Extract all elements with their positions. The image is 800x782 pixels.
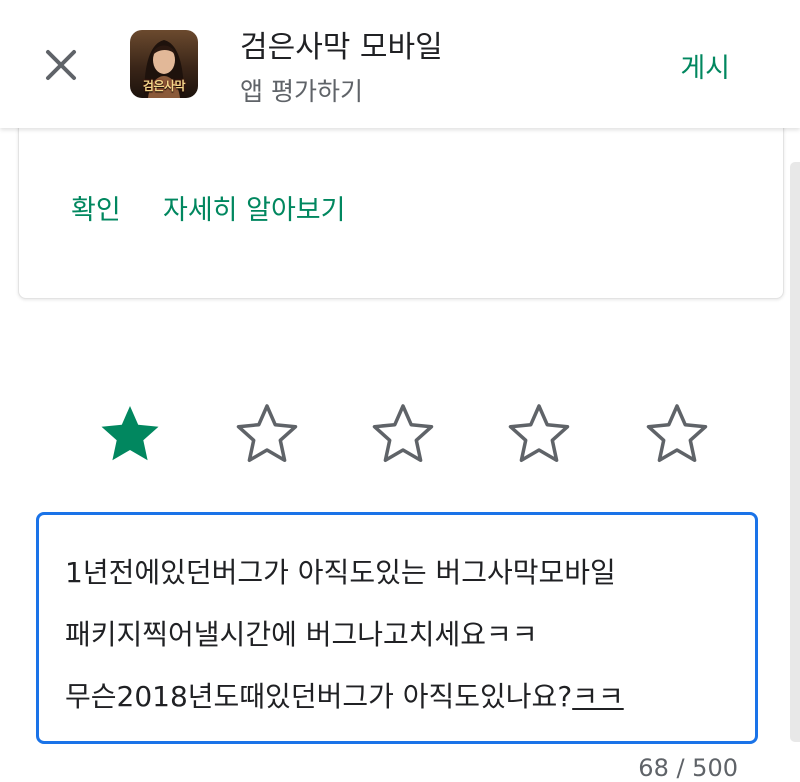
star-1[interactable] [96, 400, 164, 468]
star-outline-icon [508, 404, 570, 463]
star-5[interactable] [643, 400, 711, 468]
app-icon-logo: 검은사막 [142, 79, 186, 93]
star-4[interactable] [505, 400, 573, 468]
review-text-line: 패키지찍어낼시간에 버그나고치세요ㅋㅋ [65, 618, 538, 651]
star-outline-icon [646, 404, 708, 463]
learn-more-link[interactable]: 자세히 알아보기 [163, 188, 345, 227]
close-icon [46, 50, 76, 80]
star-2[interactable] [233, 400, 301, 468]
review-text-line: 1년전에있던버그가 아직도있는 버그사막모바일 [65, 556, 616, 589]
notice-card: 확인 자세히 알아보기 [18, 110, 784, 299]
character-counter: 68 / 500 [638, 754, 738, 782]
confirm-link[interactable]: 확인 [71, 188, 121, 227]
composing-text: ㅋㅋ [572, 680, 624, 713]
star-filled-icon [101, 406, 159, 461]
post-button[interactable]: 게시 [680, 46, 730, 85]
app-title: 검은사막 모바일 [240, 30, 443, 65]
page-subtitle: 앱 평가하기 [240, 77, 363, 106]
review-text-field[interactable]: 1년전에있던버그가 아직도있는 버그사막모바일 패키지찍어낼시간에 버그나고치세… [36, 512, 758, 744]
star-3[interactable] [369, 400, 437, 468]
app-icon: 검은사막 [130, 30, 198, 98]
star-rating [0, 400, 800, 470]
close-button[interactable] [38, 42, 84, 88]
review-text-line: 무슨2018년도때있던버그가 아직도있나요?ㅋㅋ [65, 675, 624, 715]
review-text-segment: 무슨2018년도때있던버그가 아직도있나요? [65, 680, 573, 713]
star-outline-icon [236, 404, 298, 463]
star-outline-icon [372, 404, 434, 463]
review-header: 검은사막 검은사막 모바일 앱 평가하기 게시 [0, 0, 800, 128]
